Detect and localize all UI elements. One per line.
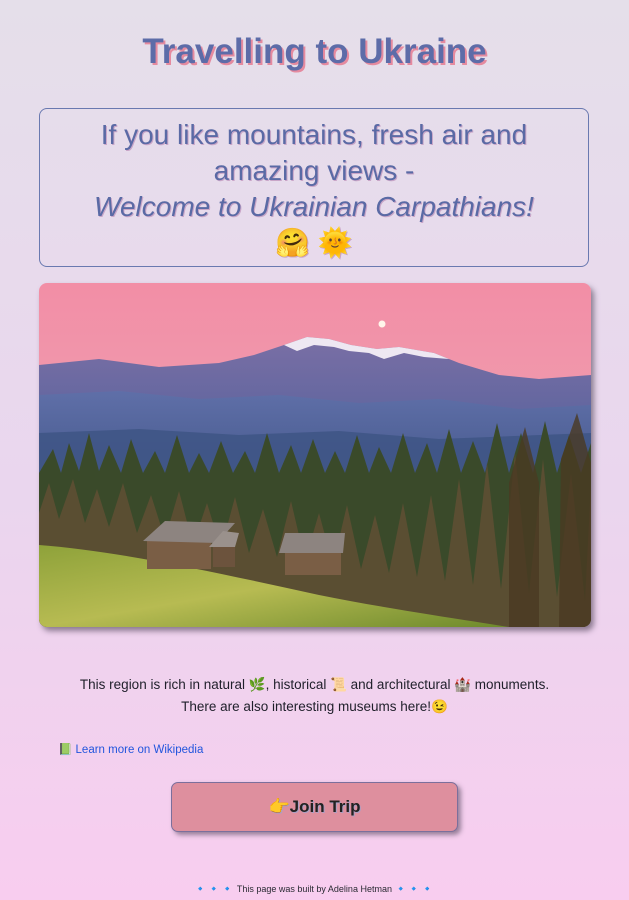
welcome-line-3: Welcome to Ukrainian Carpathians! (94, 191, 534, 222)
diamond-icons-left: 🔹🔹🔹 (194, 884, 235, 895)
join-trip-button[interactable]: 👉Join Trip (171, 782, 458, 832)
page-title: Travelling to Ukraine (142, 32, 487, 71)
leaf-icon: 🌿 (248, 677, 266, 692)
welcome-line-2: amazing views - (213, 155, 415, 186)
scroll-icon: 📜 (330, 677, 347, 692)
region-description: This region is rich in natural 🌿, histor… (0, 674, 629, 718)
wikipedia-link-label: Learn more on Wikipedia (75, 744, 204, 756)
castle-icon: 🏰 (454, 677, 472, 692)
landscape-photo-icon (39, 283, 591, 627)
page-footer: 🔹🔹🔹 This page was built by Adelina Hetma… (0, 884, 629, 895)
footer-credit: This page was built by Adelina Hetman (234, 884, 395, 894)
welcome-box: If you like mountains, fresh air and ama… (39, 108, 589, 267)
welcome-line-1: If you like mountains, fresh air and (100, 119, 528, 150)
wink-emoji-icon: 😉 (431, 699, 448, 714)
carpathians-photo (39, 283, 591, 627)
pointing-hand-icon: 👉 (268, 797, 290, 816)
wikipedia-link[interactable]: 📗 Learn more on Wikipedia (58, 742, 203, 756)
description-line-2: There are also interesting museums here!… (181, 699, 448, 714)
hug-sun-emoji-icons: 🤗 🌞 (275, 227, 353, 258)
join-trip-label: Join Trip (289, 797, 361, 816)
description-line-1: This region is rich in natural 🌿, histor… (79, 677, 550, 692)
diamond-icons-right: 🔹🔹🔹 (394, 884, 435, 895)
book-icon: 📗 (58, 744, 73, 756)
